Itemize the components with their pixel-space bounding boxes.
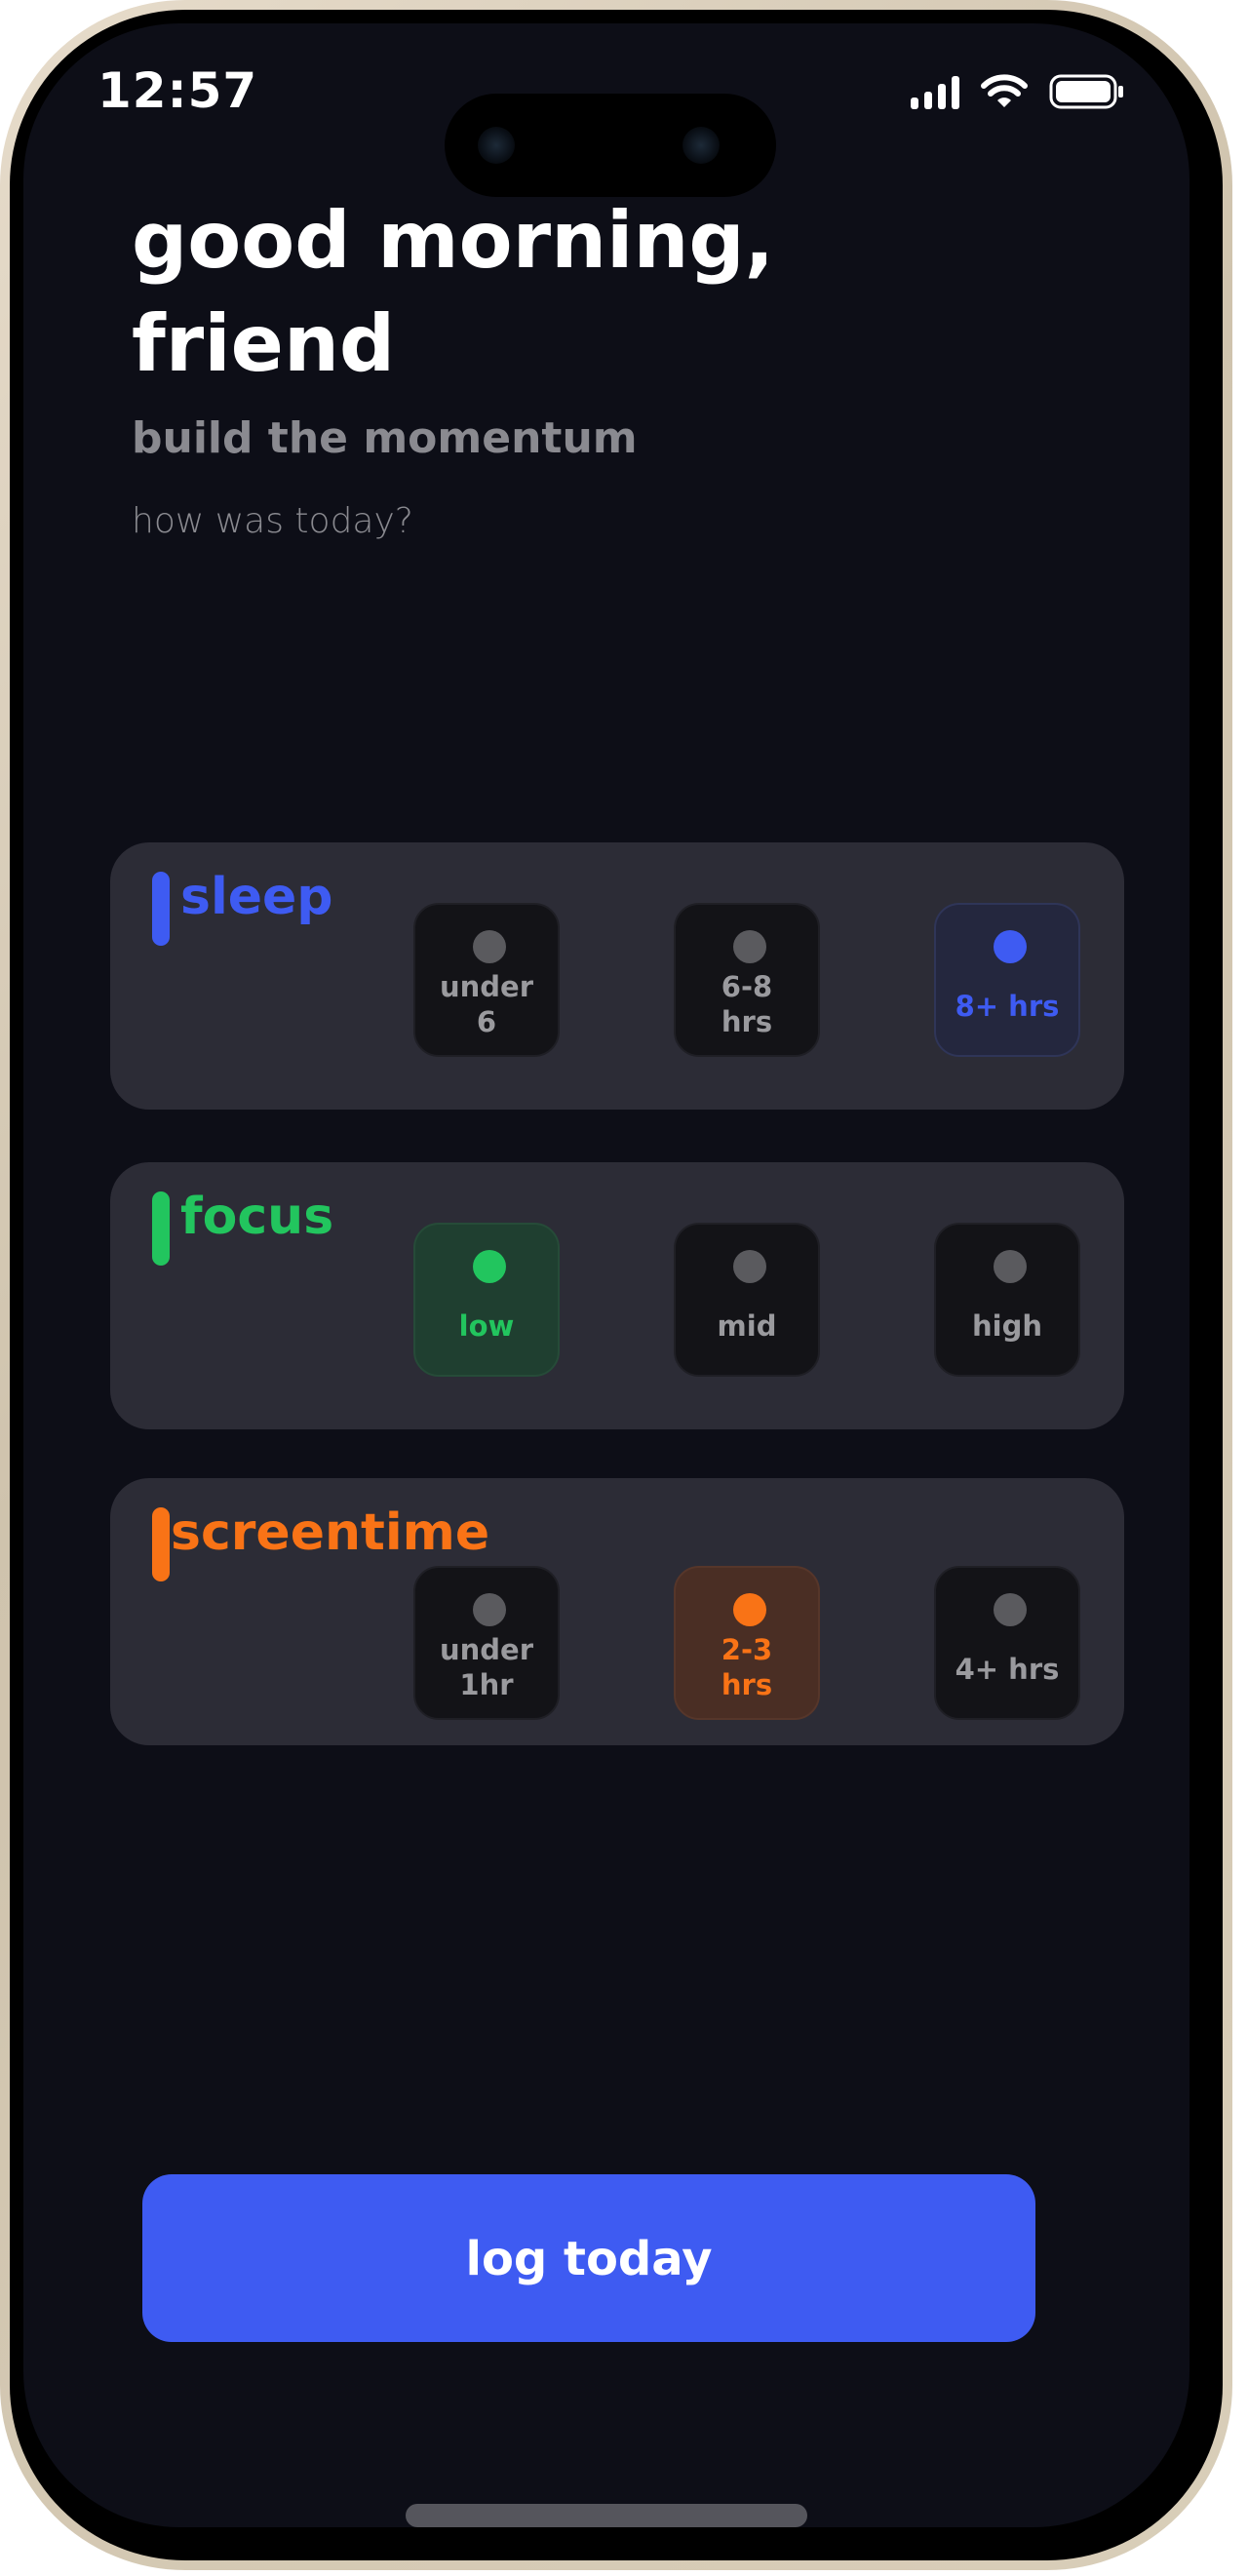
battery-icon (1049, 74, 1125, 109)
radio-dot-icon (473, 1593, 506, 1626)
sleep-option-6-8-hrs[interactable]: 6-8 hrs (674, 903, 820, 1057)
option-label: 6-8 hrs (721, 970, 773, 1038)
radio-dot-icon (994, 1593, 1027, 1626)
dynamic-island (445, 94, 776, 197)
option-label: high (972, 1309, 1042, 1343)
screentime-card: screentime under 1hr 2-3 hrs 4+ hrs (110, 1478, 1124, 1745)
sleep-accent-bar (152, 872, 170, 946)
focus-accent-bar (152, 1191, 170, 1266)
radio-dot-icon (473, 930, 506, 963)
screentime-option-under-1hr[interactable]: under 1hr (413, 1566, 560, 1720)
log-today-button[interactable]: log today (142, 2174, 1035, 2342)
radio-dot-icon (733, 930, 766, 963)
radio-dot-icon (733, 1250, 766, 1283)
option-label: 2-3 hrs (721, 1633, 773, 1701)
screentime-option-2-3-hrs[interactable]: 2-3 hrs (674, 1566, 820, 1720)
option-label: low (458, 1309, 515, 1343)
home-indicator[interactable] (406, 2504, 807, 2527)
focus-card: focus low mid high (110, 1162, 1124, 1429)
option-label: 8+ hrs (955, 990, 1060, 1023)
focus-option-mid[interactable]: mid (674, 1223, 820, 1377)
option-label: mid (717, 1309, 777, 1343)
sleep-card-title: sleep (180, 868, 333, 926)
sleep-option-8-plus-hrs[interactable]: 8+ hrs (934, 903, 1080, 1057)
page-subtitle: build the momentum (132, 413, 638, 463)
sensor-icon (682, 127, 720, 164)
app-screen: 12:57 good morning, friend build the mom… (23, 23, 1190, 2527)
focus-option-low[interactable]: low (413, 1223, 560, 1377)
wifi-icon (981, 74, 1028, 109)
radio-dot-icon (473, 1250, 506, 1283)
status-time: 12:57 (98, 62, 258, 119)
sleep-card: sleep under 6 6-8 hrs 8+ hrs (110, 842, 1124, 1110)
daily-prompt: how was today? (132, 501, 413, 541)
option-label: under 6 (439, 970, 534, 1038)
front-camera-icon (478, 127, 515, 164)
option-label: under 1hr (439, 1633, 534, 1701)
cellular-signal-icon (911, 76, 959, 109)
status-icons (911, 74, 1125, 109)
focus-option-high[interactable]: high (934, 1223, 1080, 1377)
page-title: good morning, friend (132, 195, 775, 389)
focus-card-title: focus (180, 1188, 334, 1246)
screentime-card-title: screentime (171, 1503, 490, 1562)
sleep-option-under-6[interactable]: under 6 (413, 903, 560, 1057)
screentime-accent-bar (152, 1507, 170, 1581)
screentime-option-4-plus-hrs[interactable]: 4+ hrs (934, 1566, 1080, 1720)
radio-dot-icon (994, 1250, 1027, 1283)
radio-dot-icon (733, 1593, 766, 1626)
radio-dot-icon (994, 930, 1027, 963)
option-label: 4+ hrs (955, 1653, 1060, 1686)
